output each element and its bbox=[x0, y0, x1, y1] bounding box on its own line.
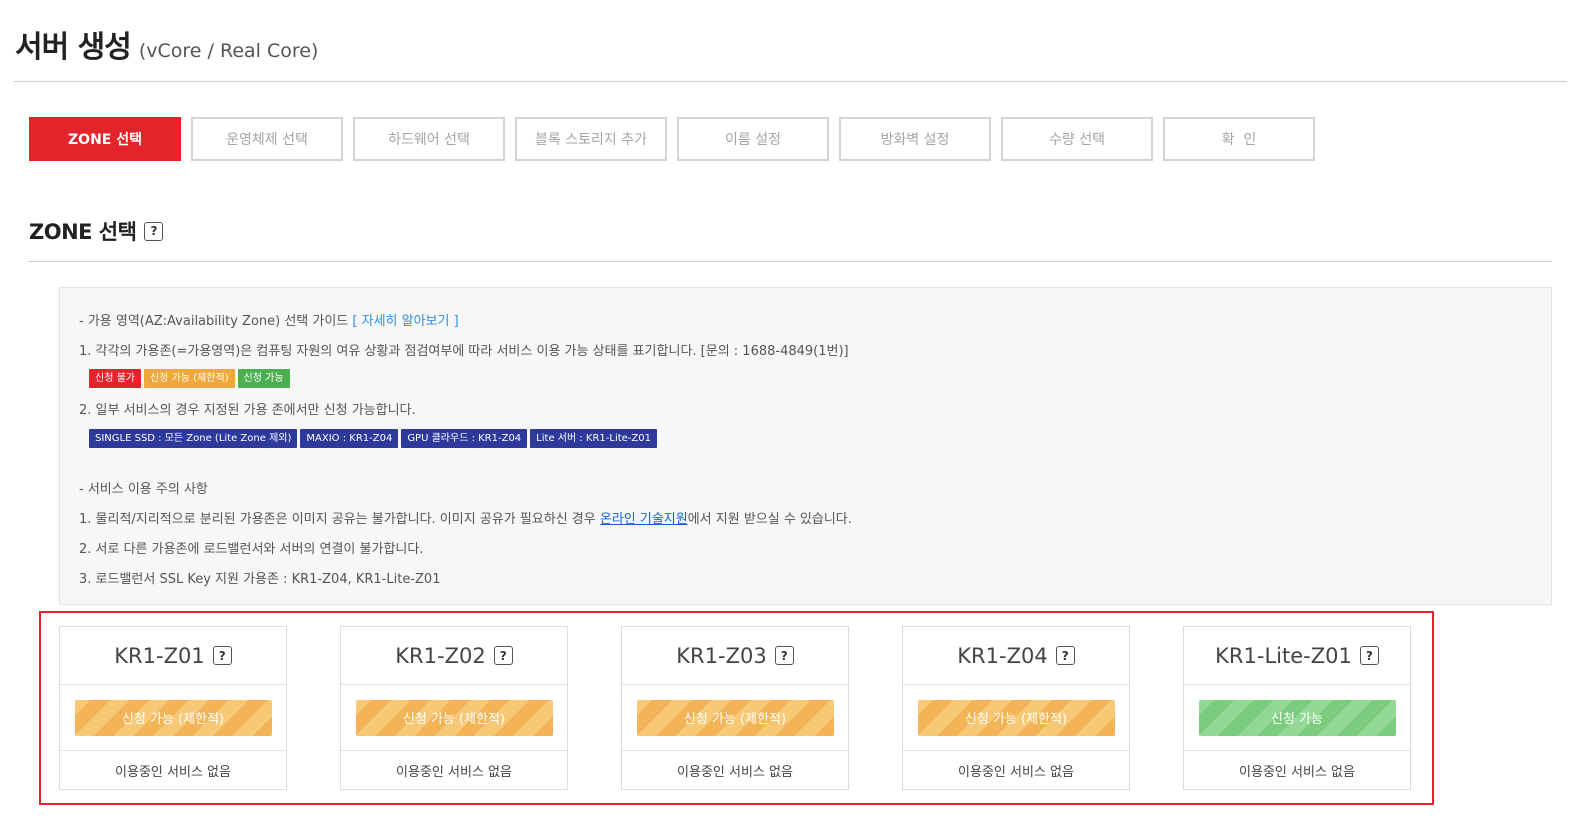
section-divider bbox=[28, 261, 1552, 262]
az-guide-heading-text: - 가용 영역(AZ:Availability Zone) 선택 가이드 bbox=[79, 314, 349, 329]
zone-card-kr1-lite-z01[interactable]: KR1-Lite-Z01 ? 신청 가능 이용중인 서비스 없음 bbox=[1183, 626, 1411, 790]
zone-card-kr1-z02[interactable]: KR1-Z02 ? 신청 가능 (제한적) 이용중인 서비스 없음 bbox=[340, 626, 568, 790]
notice-heading: - 서비스 이용 주의 사항 bbox=[79, 482, 208, 497]
step-tab-confirm[interactable]: 확 인 bbox=[1163, 117, 1315, 161]
online-support-link[interactable]: 온라인 기술지원 bbox=[600, 512, 688, 527]
service-badge-maxio: MAXIO : KR1-Z04 bbox=[300, 429, 399, 448]
apply-limited-button[interactable]: 신청 가능 (제한적) bbox=[355, 699, 553, 736]
zone-card-status: 신청 가능 (제한적) bbox=[60, 685, 286, 751]
step-tab-firewall[interactable]: 방화벽 설정 bbox=[839, 117, 991, 161]
step-tab-zone[interactable]: ZONE 선택 bbox=[29, 117, 181, 161]
help-icon[interactable]: ? bbox=[212, 646, 232, 665]
zone-usage-text: 이용중인 서비스 없음 bbox=[396, 764, 512, 780]
help-icon[interactable]: ? bbox=[774, 646, 794, 665]
service-badge-gpu: GPU 클라우드 : KR1-Z04 bbox=[401, 429, 528, 448]
notice-line-3: 3. 로드밸런서 SSL Key 지원 가용존 : KR1-Z04, KR1-L… bbox=[79, 572, 441, 587]
zone-card-header: KR1-Z02 ? bbox=[341, 627, 567, 685]
zone-usage-text: 이용중인 서비스 없음 bbox=[677, 764, 793, 780]
az-guide-heading: - 가용 영역(AZ:Availability Zone) 선택 가이드 [ 자… bbox=[79, 310, 459, 329]
zone-card-header: KR1-Z01 ? bbox=[60, 627, 286, 685]
step-tab-hardware[interactable]: 하드웨어 선택 bbox=[353, 117, 505, 161]
zone-card-status: 신청 가능 (제한적) bbox=[622, 685, 848, 751]
zone-usage-text: 이용중인 서비스 없음 bbox=[958, 764, 1074, 780]
status-badge-limited: 신청 가능 (제한적) bbox=[143, 369, 235, 388]
zone-card-kr1-z03[interactable]: KR1-Z03 ? 신청 가능 (제한적) 이용중인 서비스 없음 bbox=[621, 626, 849, 790]
zone-usage-text: 이용중인 서비스 없음 bbox=[1239, 764, 1355, 780]
zone-name: KR1-Z03 bbox=[676, 643, 767, 668]
zone-name: KR1-Z01 bbox=[114, 643, 205, 668]
page-header: 서버 생성 (vCore / Real Core) bbox=[15, 22, 318, 66]
zone-card-header: KR1-Z04 ? bbox=[903, 627, 1129, 685]
zone-card-status: 신청 가능 (제한적) bbox=[341, 685, 567, 751]
zone-name: KR1-Lite-Z01 bbox=[1215, 643, 1352, 668]
step-tabs: ZONE 선택 운영체제 선택 하드웨어 선택 블록 스토리지 추가 이름 설정… bbox=[29, 117, 1315, 161]
guide-line-1: 1. 각각의 가용존(=가용영역)은 컴퓨팅 자원의 여유 상황과 점검여부에 … bbox=[79, 344, 849, 359]
notice-line-2: 2. 서로 다른 가용존에 로드밸런서와 서버의 연결이 불가합니다. bbox=[79, 542, 424, 557]
status-badge-available: 신청 가능 bbox=[237, 369, 290, 388]
learn-more-link[interactable]: [ 자세히 알아보기 ] bbox=[352, 314, 458, 329]
title-divider bbox=[14, 81, 1567, 82]
zone-guide-panel: - 가용 영역(AZ:Availability Zone) 선택 가이드 [ 자… bbox=[59, 287, 1552, 605]
step-tab-quantity[interactable]: 수량 선택 bbox=[1001, 117, 1153, 161]
zone-card-header: KR1-Lite-Z01 ? bbox=[1184, 627, 1410, 685]
apply-limited-button[interactable]: 신청 가능 (제한적) bbox=[917, 699, 1115, 736]
zone-card-status: 신청 가능 (제한적) bbox=[903, 685, 1129, 751]
zone-usage-text: 이용중인 서비스 없음 bbox=[115, 764, 231, 780]
zone-card-kr1-z04[interactable]: KR1-Z04 ? 신청 가능 (제한적) 이용중인 서비스 없음 bbox=[902, 626, 1130, 790]
guide-line-2: 2. 일부 서비스의 경우 지정된 가용 존에서만 신청 가능합니다. bbox=[79, 403, 416, 418]
service-zone-legend: SINGLE SSD : 모든 Zone (Lite Zone 제외) MAXI… bbox=[89, 429, 657, 448]
zone-card-header: KR1-Z03 ? bbox=[622, 627, 848, 685]
zone-card-status: 신청 가능 bbox=[1184, 685, 1410, 751]
page-subtitle: (vCore / Real Core) bbox=[138, 40, 319, 62]
step-tab-os[interactable]: 운영체제 선택 bbox=[191, 117, 343, 161]
step-tab-name[interactable]: 이름 설정 bbox=[677, 117, 829, 161]
apply-limited-button[interactable]: 신청 가능 (제한적) bbox=[636, 699, 834, 736]
page-title: 서버 생성 bbox=[15, 30, 132, 65]
section-header: ZONE 선택 ? bbox=[29, 216, 164, 246]
zone-name: KR1-Z02 bbox=[395, 643, 486, 668]
section-title: ZONE 선택 bbox=[29, 220, 137, 244]
status-badge-unavailable: 신청 불가 bbox=[89, 369, 141, 388]
service-badge-lite: Lite 서버 : KR1-Lite-Z01 bbox=[530, 429, 657, 448]
help-icon[interactable]: ? bbox=[144, 221, 164, 241]
service-badge-single-ssd: SINGLE SSD : 모든 Zone (Lite Zone 제외) bbox=[89, 429, 298, 448]
zone-card-kr1-z01[interactable]: KR1-Z01 ? 신청 가능 (제한적) 이용중인 서비스 없음 bbox=[59, 626, 287, 790]
step-tab-block-storage[interactable]: 블록 스토리지 추가 bbox=[515, 117, 667, 161]
notice-line-1: 1. 물리적/지리적으로 분리된 가용존은 이미지 공유는 불가합니다. 이미지… bbox=[79, 508, 852, 527]
apply-limited-button[interactable]: 신청 가능 (제한적) bbox=[74, 699, 272, 736]
apply-available-button[interactable]: 신청 가능 bbox=[1198, 699, 1396, 736]
notice-line-1-post: 에서 지원 받으실 수 있습니다. bbox=[687, 512, 852, 527]
zone-name: KR1-Z04 bbox=[957, 643, 1048, 668]
status-legend: 신청 불가 신청 가능 (제한적) 신청 가능 bbox=[89, 369, 290, 388]
help-icon[interactable]: ? bbox=[493, 646, 513, 665]
notice-line-1-pre: 1. 물리적/지리적으로 분리된 가용존은 이미지 공유는 불가합니다. 이미지… bbox=[79, 512, 600, 527]
help-icon[interactable]: ? bbox=[1359, 646, 1379, 665]
help-icon[interactable]: ? bbox=[1055, 646, 1075, 665]
